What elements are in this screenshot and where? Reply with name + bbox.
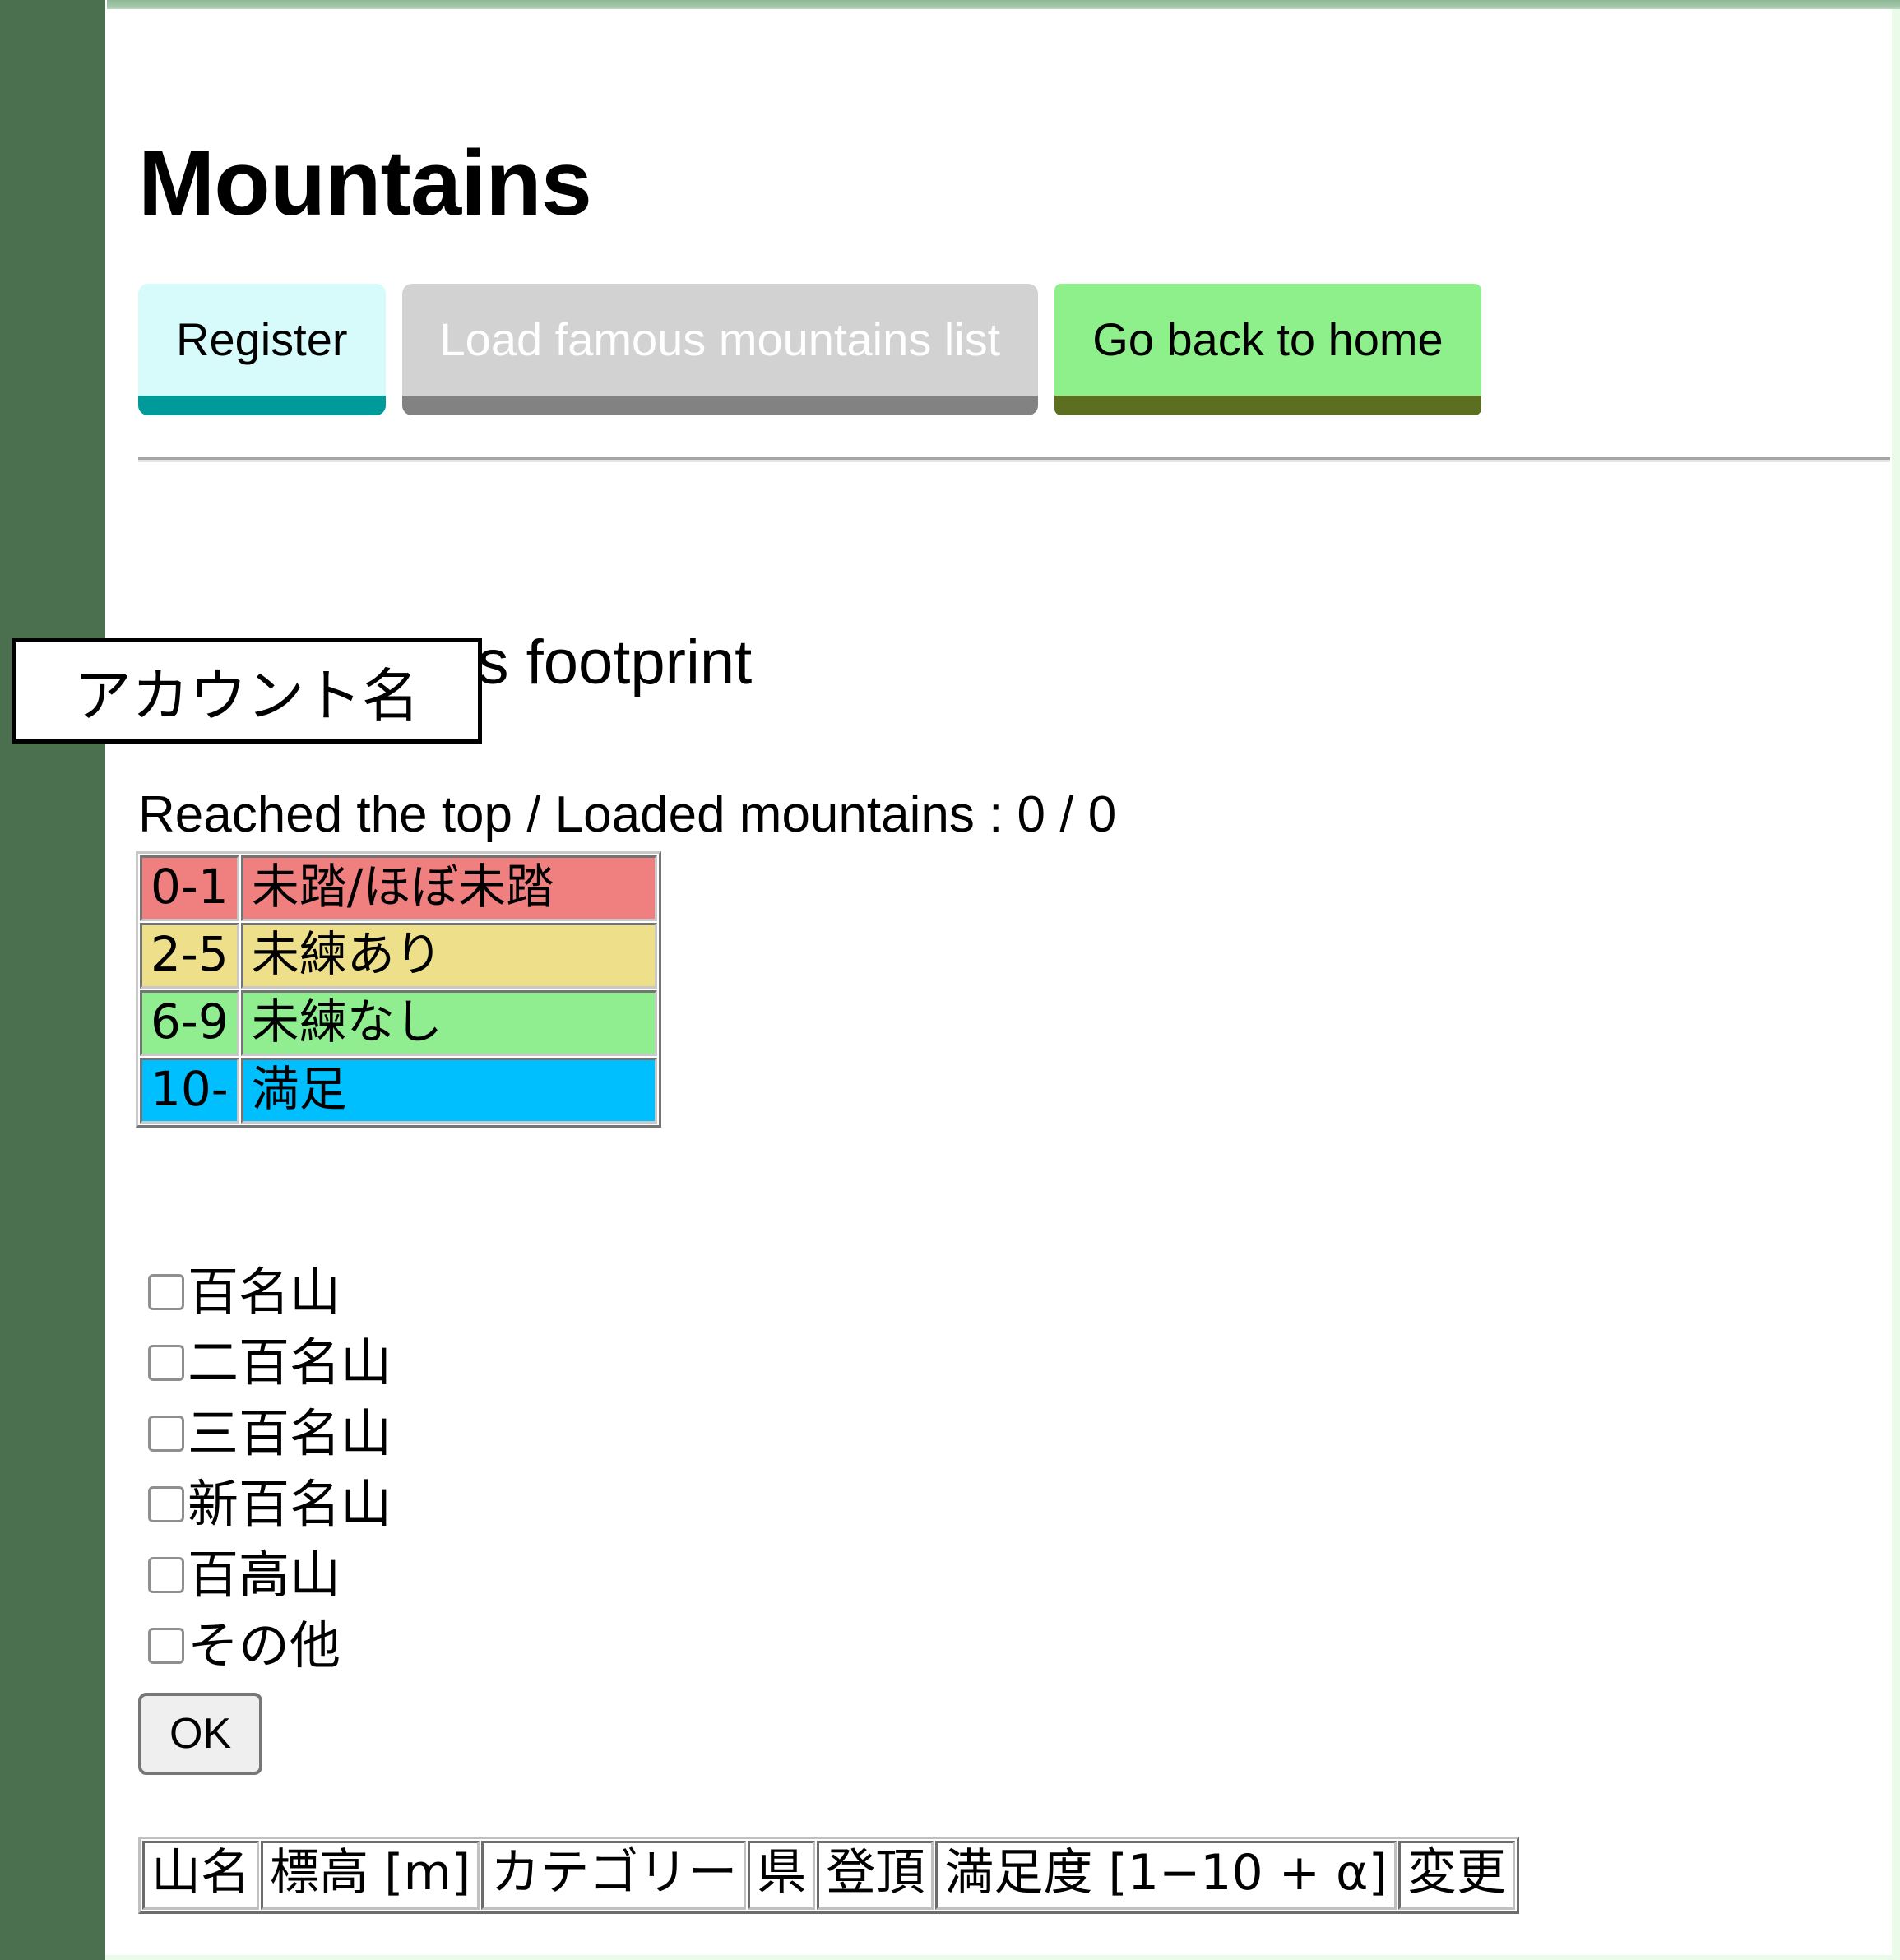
category-filter-row[interactable]: 新百名山: [148, 1469, 392, 1540]
category-filter-label: 新百名山: [188, 1474, 392, 1534]
legend-range: 10-: [140, 1058, 239, 1124]
ok-button[interactable]: OK: [138, 1693, 263, 1775]
legend-label: 未練あり: [240, 923, 657, 989]
legend-row: 0-1 未踏/ほぼ未踏: [140, 855, 657, 921]
footprint-heading-suffix: 's footprint: [466, 628, 753, 697]
legend-range: 6-9: [140, 990, 239, 1056]
register-button[interactable]: Register: [138, 284, 386, 415]
top-accent-strip: [107, 0, 1900, 9]
category-filter-label: その他: [188, 1615, 341, 1675]
category-filter-row[interactable]: 三百名山: [148, 1398, 392, 1469]
checkbox-icon[interactable]: [148, 1486, 184, 1522]
nav-divider: [138, 457, 1890, 462]
account-name-annotation-box: アカウント名: [12, 638, 482, 744]
checkbox-icon[interactable]: [148, 1416, 184, 1452]
column-header-summited[interactable]: 登頂: [817, 1841, 934, 1910]
page-title: Mountains: [138, 132, 592, 235]
category-filter-row[interactable]: 百名山: [148, 1257, 392, 1328]
reached-loaded-stats: Reached the top / Loaded mountains : 0 /…: [138, 786, 1117, 843]
category-filter: 百名山 二百名山 三百名山 新百名山 百高山 その他: [148, 1257, 392, 1681]
column-header-elevation[interactable]: 標高 [m]: [261, 1841, 480, 1910]
account-name-annotation-label: アカウント名: [74, 663, 419, 728]
legend-label: 未踏/ほぼ未踏: [240, 855, 657, 921]
checkbox-icon[interactable]: [148, 1274, 184, 1310]
go-back-to-home-button[interactable]: Go back to home: [1054, 284, 1481, 415]
checkbox-icon[interactable]: [148, 1628, 184, 1664]
nav-bar: Register Load famous mountains list Go b…: [138, 284, 1481, 415]
legend-row: 6-9 未練なし: [140, 990, 657, 1056]
category-filter-label: 二百名山: [188, 1332, 392, 1392]
category-filter-row[interactable]: その他: [148, 1610, 392, 1681]
legend-row: 2-5 未練あり: [140, 923, 657, 989]
legend-range: 2-5: [140, 923, 239, 989]
column-header-name[interactable]: 山名: [142, 1841, 259, 1910]
column-header-category[interactable]: カテゴリー: [481, 1841, 747, 1910]
legend-label: 未練なし: [240, 990, 657, 1056]
legend-body: 0-1 未踏/ほぼ未踏 2-5 未練あり 6-9 未練なし 10- 満足: [140, 855, 657, 1124]
checkbox-icon[interactable]: [148, 1345, 184, 1381]
category-filter-row[interactable]: 二百名山: [148, 1328, 392, 1398]
mountain-table-head: 山名 標高 [m] カテゴリー 県 登頂 満足度 [1−10 + α] 変更: [142, 1841, 1515, 1910]
legend-label: 満足: [240, 1058, 657, 1124]
mountain-table-header-row: 山名 標高 [m] カテゴリー 県 登頂 満足度 [1−10 + α] 変更: [142, 1841, 1515, 1910]
column-header-prefecture[interactable]: 県: [748, 1841, 816, 1910]
column-header-edit[interactable]: 変更: [1398, 1841, 1515, 1910]
category-filter-label: 百名山: [188, 1262, 341, 1322]
column-header-satisfaction[interactable]: 満足度 [1−10 + α]: [935, 1841, 1397, 1910]
satisfaction-legend-table: 0-1 未踏/ほぼ未踏 2-5 未練あり 6-9 未練なし 10- 満足: [136, 851, 661, 1128]
load-famous-mountains-list-button[interactable]: Load famous mountains list: [401, 284, 1039, 415]
category-filter-row[interactable]: 百高山: [148, 1540, 392, 1610]
checkbox-icon[interactable]: [148, 1557, 184, 1593]
category-filter-label: 百高山: [188, 1545, 341, 1605]
legend-row: 10- 満足: [140, 1058, 657, 1124]
category-filter-label: 三百名山: [188, 1403, 392, 1463]
mountain-list-table: 山名 標高 [m] カテゴリー 県 登頂 満足度 [1−10 + α] 変更: [138, 1837, 1519, 1914]
legend-range: 0-1: [140, 855, 239, 921]
